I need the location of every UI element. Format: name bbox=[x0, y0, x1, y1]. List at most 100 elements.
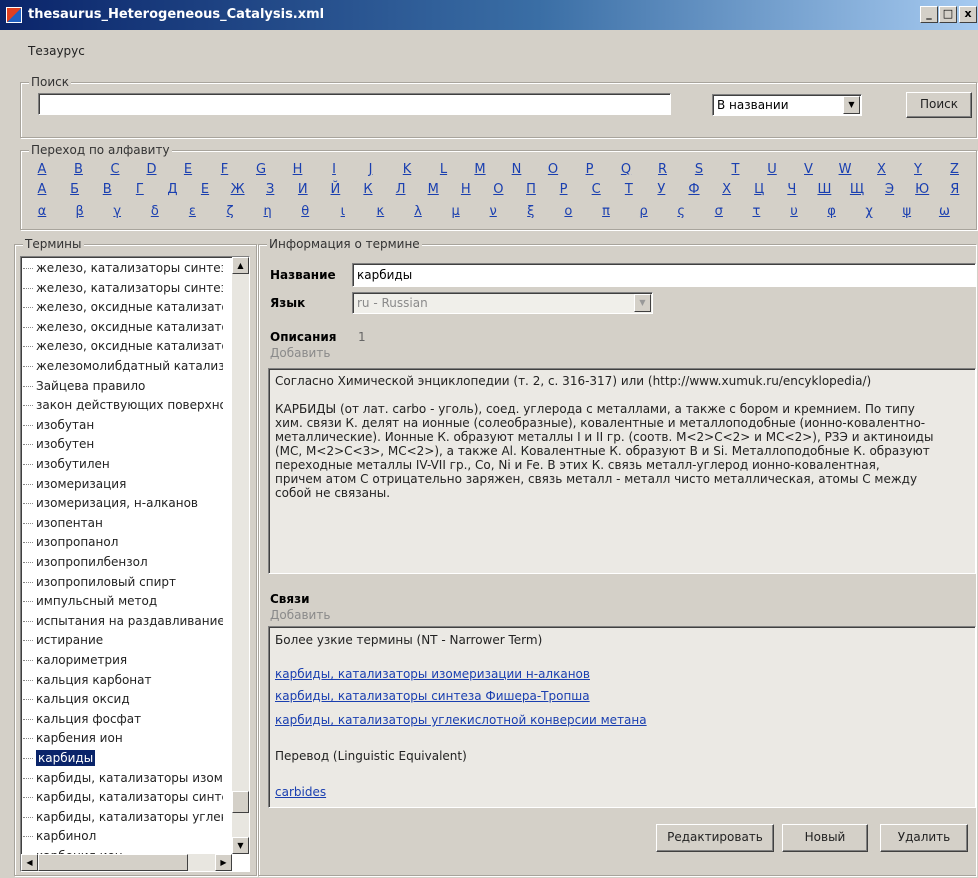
alphabet-letter-link[interactable]: Й bbox=[325, 182, 345, 197]
alphabet-letter-link[interactable]: Т bbox=[619, 182, 639, 197]
alphabet-letter-link[interactable]: Z bbox=[945, 162, 965, 177]
alphabet-letter-link[interactable]: ε bbox=[182, 204, 202, 219]
term-item[interactable]: карбиды bbox=[23, 749, 223, 768]
term-item[interactable]: карбиды, катализаторы синте bbox=[23, 788, 223, 807]
add-relation-link[interactable]: Добавить bbox=[270, 608, 330, 622]
alphabet-letter-link[interactable]: T bbox=[726, 162, 746, 177]
alphabet-letter-link[interactable]: θ bbox=[295, 204, 315, 219]
alphabet-letter-link[interactable]: ς bbox=[671, 204, 691, 219]
term-item[interactable]: кальция оксид bbox=[23, 690, 223, 709]
terms-tree[interactable]: железо, катализаторы синтез железо, катал… bbox=[20, 256, 250, 872]
term-item[interactable]: калориметрия bbox=[23, 651, 223, 670]
alphabet-letter-link[interactable]: З bbox=[260, 182, 280, 197]
delete-button[interactable]: Удалить bbox=[880, 824, 968, 852]
alphabet-letter-link[interactable]: А bbox=[32, 182, 52, 197]
description-text[interactable]: Согласно Химической энциклопедии (т. 2, … bbox=[268, 368, 976, 574]
alphabet-letter-link[interactable]: ζ bbox=[220, 204, 240, 219]
term-item[interactable]: закон действующих поверхно bbox=[23, 396, 223, 415]
terms-vertical-scrollbar[interactable]: ▲ ▼ bbox=[232, 257, 249, 854]
alphabet-letter-link[interactable]: С bbox=[586, 182, 606, 197]
alphabet-letter-link[interactable]: Б bbox=[65, 182, 85, 197]
alphabet-letter-link[interactable]: K bbox=[397, 162, 417, 177]
terms-horizontal-scrollbar[interactable]: ◀ ▶ bbox=[21, 854, 232, 871]
narrower-term-link[interactable]: карбиды, катализаторы синтеза Фишера-Тро… bbox=[275, 689, 590, 703]
term-item[interactable]: кальция карбонат bbox=[23, 671, 223, 690]
term-item[interactable]: изопентан bbox=[23, 514, 223, 533]
narrower-term-link[interactable]: карбиды, катализаторы углекислотной конв… bbox=[275, 713, 647, 727]
alphabet-letter-link[interactable]: D bbox=[142, 162, 162, 177]
alphabet-letter-link[interactable]: W bbox=[835, 162, 855, 177]
alphabet-letter-link[interactable]: М bbox=[423, 182, 443, 197]
scroll-thumb[interactable] bbox=[232, 791, 249, 813]
alphabet-letter-link[interactable]: Ч bbox=[782, 182, 802, 197]
alphabet-letter-link[interactable]: О bbox=[488, 182, 508, 197]
alphabet-letter-link[interactable]: S bbox=[689, 162, 709, 177]
alphabet-letter-link[interactable]: ω bbox=[934, 204, 954, 219]
alphabet-letter-link[interactable]: P bbox=[580, 162, 600, 177]
term-item[interactable]: кальция фосфат bbox=[23, 710, 223, 729]
scroll-right-icon[interactable]: ▶ bbox=[215, 854, 232, 871]
alphabet-letter-link[interactable]: Р bbox=[554, 182, 574, 197]
equivalent-term-link[interactable]: carbides bbox=[275, 785, 326, 799]
term-item[interactable]: карбения ион bbox=[23, 729, 223, 748]
alphabet-letter-link[interactable]: E bbox=[178, 162, 198, 177]
alphabet-letter-link[interactable]: Г bbox=[130, 182, 150, 197]
alphabet-letter-link[interactable]: U bbox=[762, 162, 782, 177]
alphabet-letter-link[interactable]: L bbox=[434, 162, 454, 177]
alphabet-letter-link[interactable]: Ш bbox=[814, 182, 834, 197]
alphabet-letter-link[interactable]: Ф bbox=[684, 182, 704, 197]
alphabet-letter-link[interactable]: X bbox=[872, 162, 892, 177]
edit-button[interactable]: Редактировать bbox=[656, 824, 774, 852]
term-item[interactable]: изомеризация, н-алканов bbox=[23, 494, 223, 513]
maximize-button[interactable]: □ bbox=[939, 6, 957, 23]
alphabet-letter-link[interactable]: Л bbox=[391, 182, 411, 197]
alphabet-letter-link[interactable]: C bbox=[105, 162, 125, 177]
alphabet-letter-link[interactable]: B bbox=[69, 162, 89, 177]
alphabet-letter-link[interactable]: μ bbox=[446, 204, 466, 219]
alphabet-letter-link[interactable]: У bbox=[651, 182, 671, 197]
alphabet-letter-link[interactable]: Ж bbox=[228, 182, 248, 197]
term-item[interactable]: изопропанол bbox=[23, 533, 223, 552]
alphabet-letter-link[interactable]: ρ bbox=[634, 204, 654, 219]
alphabet-letter-link[interactable]: π bbox=[596, 204, 616, 219]
scroll-up-icon[interactable]: ▲ bbox=[232, 257, 249, 274]
alphabet-letter-link[interactable]: F bbox=[215, 162, 235, 177]
alphabet-letter-link[interactable]: ι bbox=[333, 204, 353, 219]
alphabet-letter-link[interactable]: N bbox=[507, 162, 527, 177]
term-item[interactable]: железо, катализаторы синтез bbox=[23, 259, 223, 278]
alphabet-letter-link[interactable]: Щ bbox=[847, 182, 867, 197]
alphabet-letter-link[interactable]: η bbox=[258, 204, 278, 219]
alphabet-letter-link[interactable]: α bbox=[32, 204, 52, 219]
alphabet-letter-link[interactable]: Э bbox=[880, 182, 900, 197]
alphabet-letter-link[interactable]: В bbox=[97, 182, 117, 197]
alphabet-letter-link[interactable]: ψ bbox=[897, 204, 917, 219]
hscroll-thumb[interactable] bbox=[38, 854, 188, 871]
alphabet-letter-link[interactable]: Х bbox=[717, 182, 737, 197]
term-item[interactable]: железомолибдатный катализ bbox=[23, 357, 223, 376]
alphabet-letter-link[interactable]: Я bbox=[945, 182, 965, 197]
alphabet-letter-link[interactable]: ο bbox=[558, 204, 578, 219]
alphabet-letter-link[interactable]: I bbox=[324, 162, 344, 177]
scroll-down-icon[interactable]: ▼ bbox=[232, 837, 249, 854]
alphabet-letter-link[interactable]: V bbox=[799, 162, 819, 177]
term-item[interactable]: изомеризация bbox=[23, 475, 223, 494]
alphabet-letter-link[interactable]: σ bbox=[709, 204, 729, 219]
alphabet-letter-link[interactable]: β bbox=[70, 204, 90, 219]
alphabet-letter-link[interactable]: G bbox=[251, 162, 271, 177]
add-description-link[interactable]: Добавить bbox=[270, 346, 330, 360]
chevron-down-icon[interactable]: ▼ bbox=[843, 96, 860, 114]
alphabet-letter-link[interactable]: R bbox=[653, 162, 673, 177]
alphabet-letter-link[interactable]: A bbox=[32, 162, 52, 177]
alphabet-letter-link[interactable]: H bbox=[288, 162, 308, 177]
term-item[interactable]: изобутан bbox=[23, 416, 223, 435]
term-item[interactable]: карбиды, катализаторы изоме bbox=[23, 769, 223, 788]
minimize-button[interactable]: _ bbox=[920, 6, 938, 23]
alphabet-letter-link[interactable]: J bbox=[361, 162, 381, 177]
search-input[interactable] bbox=[38, 93, 671, 115]
term-item[interactable]: истирание bbox=[23, 631, 223, 650]
alphabet-letter-link[interactable]: Ю bbox=[912, 182, 932, 197]
term-item[interactable]: карбиды, катализаторы углек bbox=[23, 808, 223, 827]
term-item[interactable]: железо, оксидные катализато bbox=[23, 318, 223, 337]
term-item[interactable]: железо, катализаторы синтез bbox=[23, 279, 223, 298]
alphabet-letter-link[interactable]: ν bbox=[483, 204, 503, 219]
